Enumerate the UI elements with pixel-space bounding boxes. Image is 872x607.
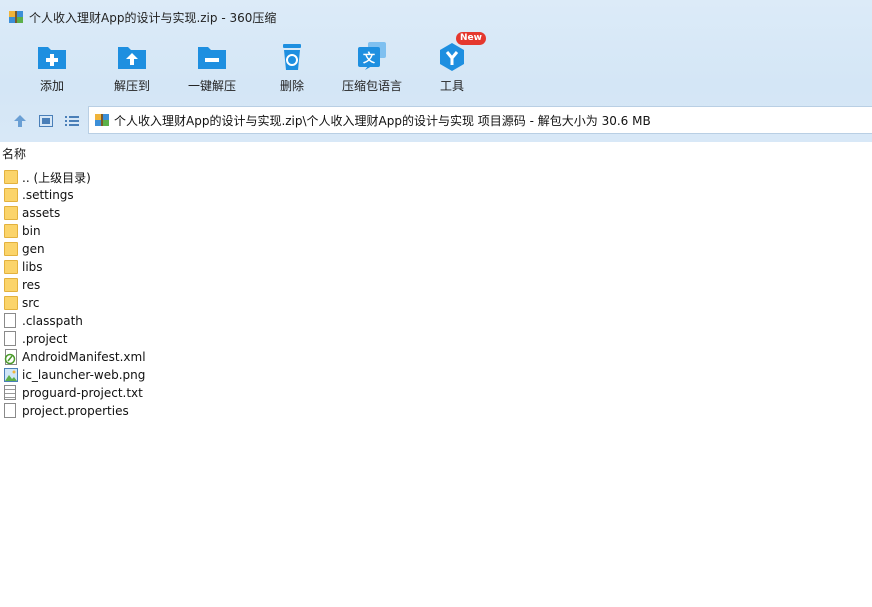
file-name: proguard-project.txt (22, 386, 143, 400)
list-item[interactable]: proguard-project.txt (0, 384, 872, 402)
delete-label: 删除 (279, 79, 304, 93)
navigation-row: 个人收入理财App的设计与实现.zip\个人收入理财App的设计与实现 项目源码… (0, 106, 872, 136)
folder-icon (4, 223, 18, 239)
new-badge: New (456, 32, 486, 45)
window-title-bar: 个人收入理财App的设计与实现.zip - 360压缩 (8, 7, 276, 27)
list-view-icon[interactable] (64, 113, 80, 129)
archive-language-icon: 文 (356, 41, 388, 73)
one-click-extract-icon (196, 41, 228, 73)
extract-to-label: 解压到 (113, 79, 150, 93)
archive-language-label: 压缩包语言 (341, 79, 402, 93)
file-name: res (22, 278, 41, 292)
file-name: gen (22, 242, 45, 256)
list-item[interactable]: src (0, 294, 872, 312)
add-button[interactable]: 添加 (12, 38, 92, 98)
file-name: ic_launcher-web.png (22, 368, 146, 382)
tools-icon (436, 41, 468, 73)
list-item[interactable]: .settings (0, 186, 872, 204)
tools-label: 工具 (439, 79, 464, 93)
file-name: .. (上级目录) (22, 170, 91, 185)
archive-language-button[interactable]: 文 压缩包语言 (332, 38, 412, 98)
list-item[interactable]: assets (0, 204, 872, 222)
address-path: 个人收入理财App的设计与实现.zip\个人收入理财App的设计与实现 项目源码… (114, 113, 651, 128)
svg-text:文: 文 (363, 50, 376, 65)
list-item[interactable]: AndroidManifest.xml (0, 348, 872, 366)
file-name: project.properties (22, 404, 129, 418)
tools-button[interactable]: New 工具 (412, 32, 492, 98)
column-header-name[interactable]: 名称 (0, 143, 872, 165)
archive-icon (94, 112, 110, 128)
delete-icon (276, 41, 308, 73)
window-title: 个人收入理财App的设计与实现.zip - 360压缩 (29, 10, 277, 25)
list-item[interactable]: project.properties (0, 402, 872, 420)
add-icon (36, 41, 68, 73)
list-item[interactable]: res (0, 276, 872, 294)
image-file-icon (4, 367, 18, 383)
folder-icon (4, 295, 18, 311)
list-item[interactable]: ic_launcher-web.png (0, 366, 872, 384)
one-click-extract-button[interactable]: 一键解压 (172, 38, 252, 98)
folder-icon (4, 187, 18, 203)
list-item[interactable]: bin (0, 222, 872, 240)
file-icon (4, 331, 18, 347)
top-panel: 个人收入理财App的设计与实现.zip - 360压缩 添加 解压到 一键解压 … (0, 0, 872, 142)
thumbnail-view-icon[interactable] (38, 113, 54, 129)
file-name: .settings (22, 188, 74, 202)
file-name: .classpath (22, 314, 83, 328)
add-label: 添加 (39, 79, 64, 93)
xml-file-icon (4, 349, 18, 365)
file-name: libs (22, 260, 43, 274)
list-item[interactable]: .project (0, 330, 872, 348)
delete-button[interactable]: 删除 (252, 38, 332, 98)
file-name: .project (22, 332, 68, 346)
folder-icon (4, 241, 18, 257)
folder-icon (4, 169, 18, 185)
file-name: AndroidManifest.xml (22, 350, 146, 364)
folder-icon (4, 277, 18, 293)
address-bar[interactable]: 个人收入理财App的设计与实现.zip\个人收入理财App的设计与实现 项目源码… (88, 106, 872, 134)
list-item[interactable]: libs (0, 258, 872, 276)
file-icon (4, 313, 18, 329)
file-icon (4, 403, 18, 419)
list-item[interactable]: .classpath (0, 312, 872, 330)
one-click-extract-label: 一键解压 (187, 79, 236, 93)
folder-icon (4, 205, 18, 221)
file-name: assets (22, 206, 61, 220)
text-file-icon (4, 385, 18, 401)
up-arrow-icon[interactable] (12, 113, 28, 129)
file-list: .. (上级目录) .settings assets bin gen libs … (0, 168, 872, 420)
file-name: bin (22, 224, 41, 238)
toolbar: 添加 解压到 一键解压 删除 文 压缩包语言 New 工具 (0, 32, 640, 98)
folder-icon (4, 259, 18, 275)
list-item[interactable]: gen (0, 240, 872, 258)
extract-to-icon (116, 41, 148, 73)
list-item[interactable]: .. (上级目录) (0, 168, 872, 186)
extract-to-button[interactable]: 解压到 (92, 38, 172, 98)
archive-icon (8, 9, 24, 25)
file-name: src (22, 296, 40, 310)
